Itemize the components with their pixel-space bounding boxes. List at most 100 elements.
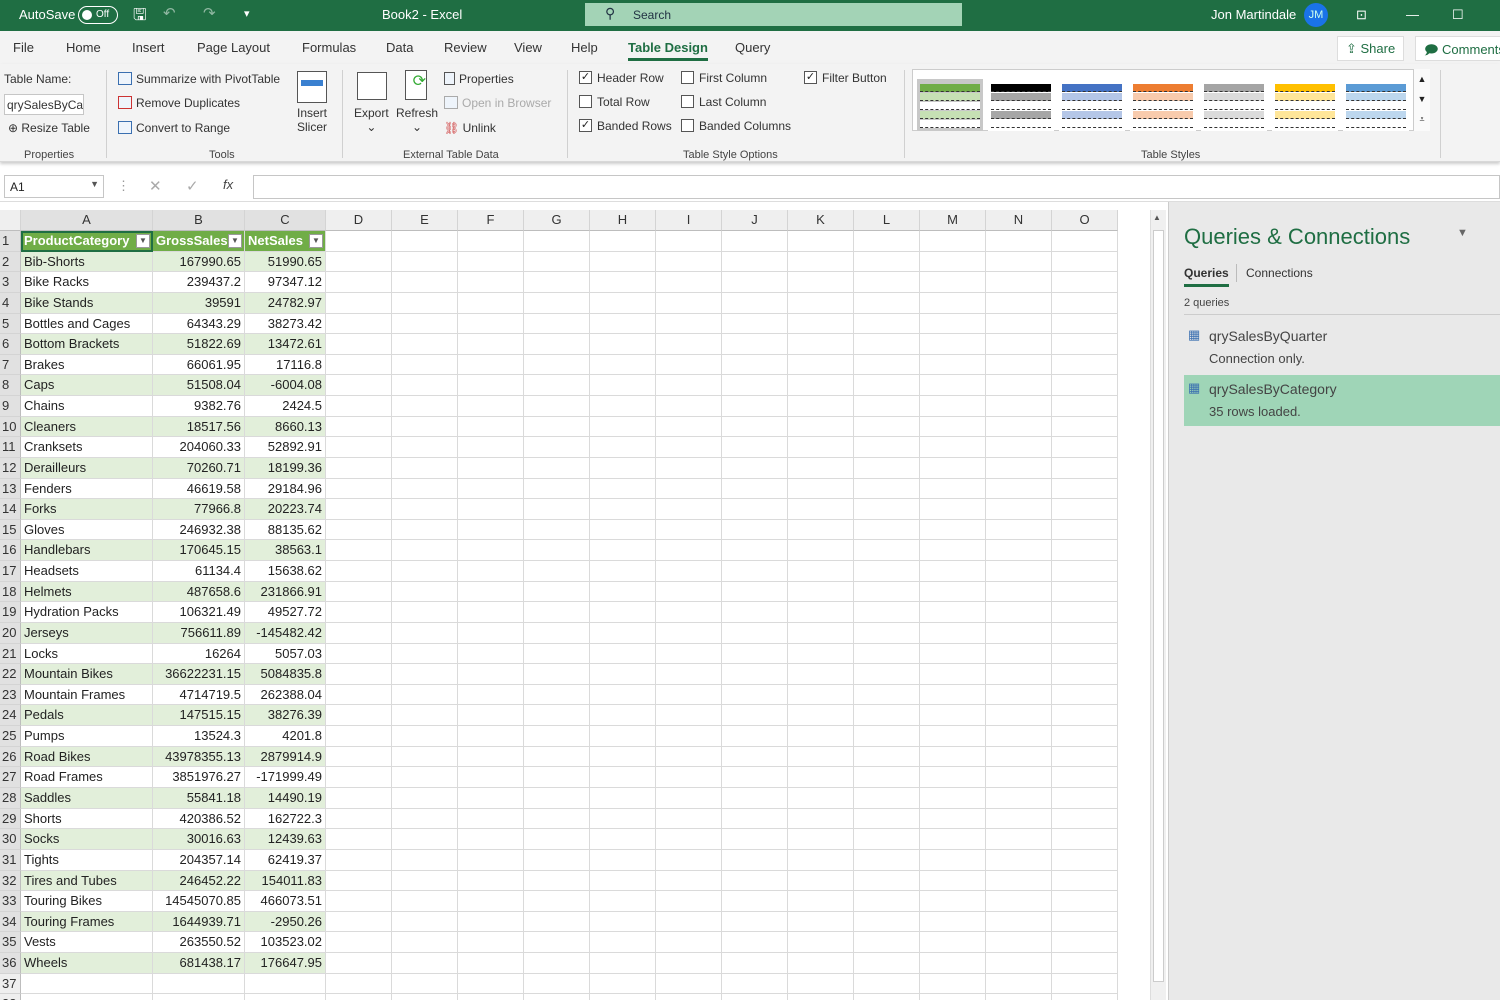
table-cell[interactable]: 466073.51 (245, 891, 326, 912)
cell[interactable] (326, 767, 392, 788)
cell[interactable] (656, 499, 722, 520)
table-cell[interactable]: Road Bikes (21, 746, 153, 768)
cell[interactable] (245, 994, 326, 1000)
cell[interactable] (854, 499, 920, 520)
cell[interactable] (458, 911, 524, 933)
table-cell[interactable]: 204357.14 (153, 849, 245, 871)
cell[interactable] (656, 746, 722, 768)
cell[interactable] (326, 664, 392, 685)
cell[interactable] (1052, 891, 1118, 912)
row-header[interactable]: 32 (0, 870, 21, 892)
row-header[interactable]: 24 (0, 705, 21, 727)
cell[interactable] (788, 561, 854, 582)
table-cell[interactable]: 2879914.9 (245, 746, 326, 768)
cell[interactable] (656, 911, 722, 933)
last-column-checkbox[interactable] (681, 95, 694, 108)
cell[interactable] (392, 767, 458, 788)
cell[interactable] (524, 375, 590, 397)
cell[interactable] (1052, 602, 1118, 623)
cell[interactable] (392, 231, 458, 252)
cell[interactable] (656, 313, 722, 335)
cell[interactable] (986, 973, 1052, 995)
cell[interactable] (392, 726, 458, 747)
table-cell[interactable]: 43978355.13 (153, 746, 245, 768)
cell[interactable] (590, 870, 656, 892)
table-cell[interactable]: Mountain Bikes (21, 664, 153, 685)
table-cell[interactable]: 15638.62 (245, 561, 326, 582)
cell[interactable] (854, 829, 920, 850)
cell[interactable] (656, 334, 722, 355)
row-header[interactable]: 2 (0, 251, 21, 273)
cell[interactable] (854, 272, 920, 293)
banded-rows-checkbox[interactable]: ✓ (579, 119, 592, 132)
cell[interactable] (326, 581, 392, 603)
cell[interactable] (458, 272, 524, 293)
autosave-toggle[interactable]: Off (78, 6, 118, 24)
cell[interactable] (1052, 251, 1118, 273)
cell[interactable] (656, 684, 722, 706)
column-header-j[interactable]: J (722, 210, 788, 231)
cell[interactable] (722, 581, 788, 603)
cell[interactable] (920, 602, 986, 623)
chevron-down-icon[interactable]: ▼ (90, 179, 99, 189)
cell[interactable] (986, 726, 1052, 747)
tab-queries[interactable]: Queries (1184, 266, 1229, 287)
cell[interactable] (326, 808, 392, 830)
cell[interactable] (590, 705, 656, 727)
table-cell[interactable]: Pumps (21, 726, 153, 747)
cell[interactable] (1052, 746, 1118, 768)
table-cell[interactable]: 77966.8 (153, 499, 245, 520)
tab-insert[interactable]: Insert (132, 40, 165, 55)
cell[interactable] (1052, 272, 1118, 293)
cell[interactable] (524, 354, 590, 376)
cell[interactable] (458, 540, 524, 562)
cell[interactable] (656, 891, 722, 912)
cell[interactable] (722, 231, 788, 252)
table-cell[interactable]: 162722.3 (245, 808, 326, 830)
cell[interactable] (920, 231, 986, 252)
cell[interactable] (590, 808, 656, 830)
filter-button-checkbox[interactable]: ✓ (804, 71, 817, 84)
cell[interactable] (1052, 870, 1118, 892)
row-header[interactable]: 3 (0, 272, 21, 293)
cell[interactable] (986, 499, 1052, 520)
cell[interactable] (656, 953, 722, 974)
cell[interactable] (656, 664, 722, 685)
cell[interactable] (458, 726, 524, 747)
cell[interactable] (458, 519, 524, 541)
row-header[interactable]: 27 (0, 767, 21, 788)
cell[interactable] (788, 375, 854, 397)
cell[interactable] (656, 375, 722, 397)
row-header[interactable]: 11 (0, 437, 21, 458)
table-cell[interactable]: 97347.12 (245, 272, 326, 293)
cell[interactable] (326, 354, 392, 376)
cell[interactable] (392, 375, 458, 397)
row-header[interactable]: 13 (0, 478, 21, 500)
cell[interactable] (392, 581, 458, 603)
cell[interactable] (458, 292, 524, 314)
cell[interactable] (722, 251, 788, 273)
cell[interactable] (986, 313, 1052, 335)
scroll-thumb[interactable] (1153, 230, 1164, 982)
cell[interactable] (392, 849, 458, 871)
cell[interactable] (854, 375, 920, 397)
table-cell[interactable]: 17116.8 (245, 354, 326, 376)
banded-columns-checkbox[interactable] (681, 119, 694, 132)
cell[interactable] (656, 788, 722, 809)
cell[interactable] (590, 911, 656, 933)
cell[interactable] (920, 622, 986, 644)
cell[interactable] (920, 334, 986, 355)
cell[interactable] (854, 973, 920, 995)
cell[interactable] (788, 334, 854, 355)
cell[interactable] (986, 272, 1052, 293)
table-cell[interactable]: 51508.04 (153, 375, 245, 397)
cell[interactable] (524, 272, 590, 293)
cell[interactable] (1052, 561, 1118, 582)
cell[interactable] (788, 602, 854, 623)
row-header[interactable]: 34 (0, 911, 21, 933)
cell[interactable] (722, 788, 788, 809)
tab-file[interactable]: File (13, 40, 34, 55)
table-cell[interactable]: 681438.17 (153, 953, 245, 974)
cell[interactable] (21, 973, 153, 995)
table-style-swatch[interactable] (1130, 79, 1196, 131)
